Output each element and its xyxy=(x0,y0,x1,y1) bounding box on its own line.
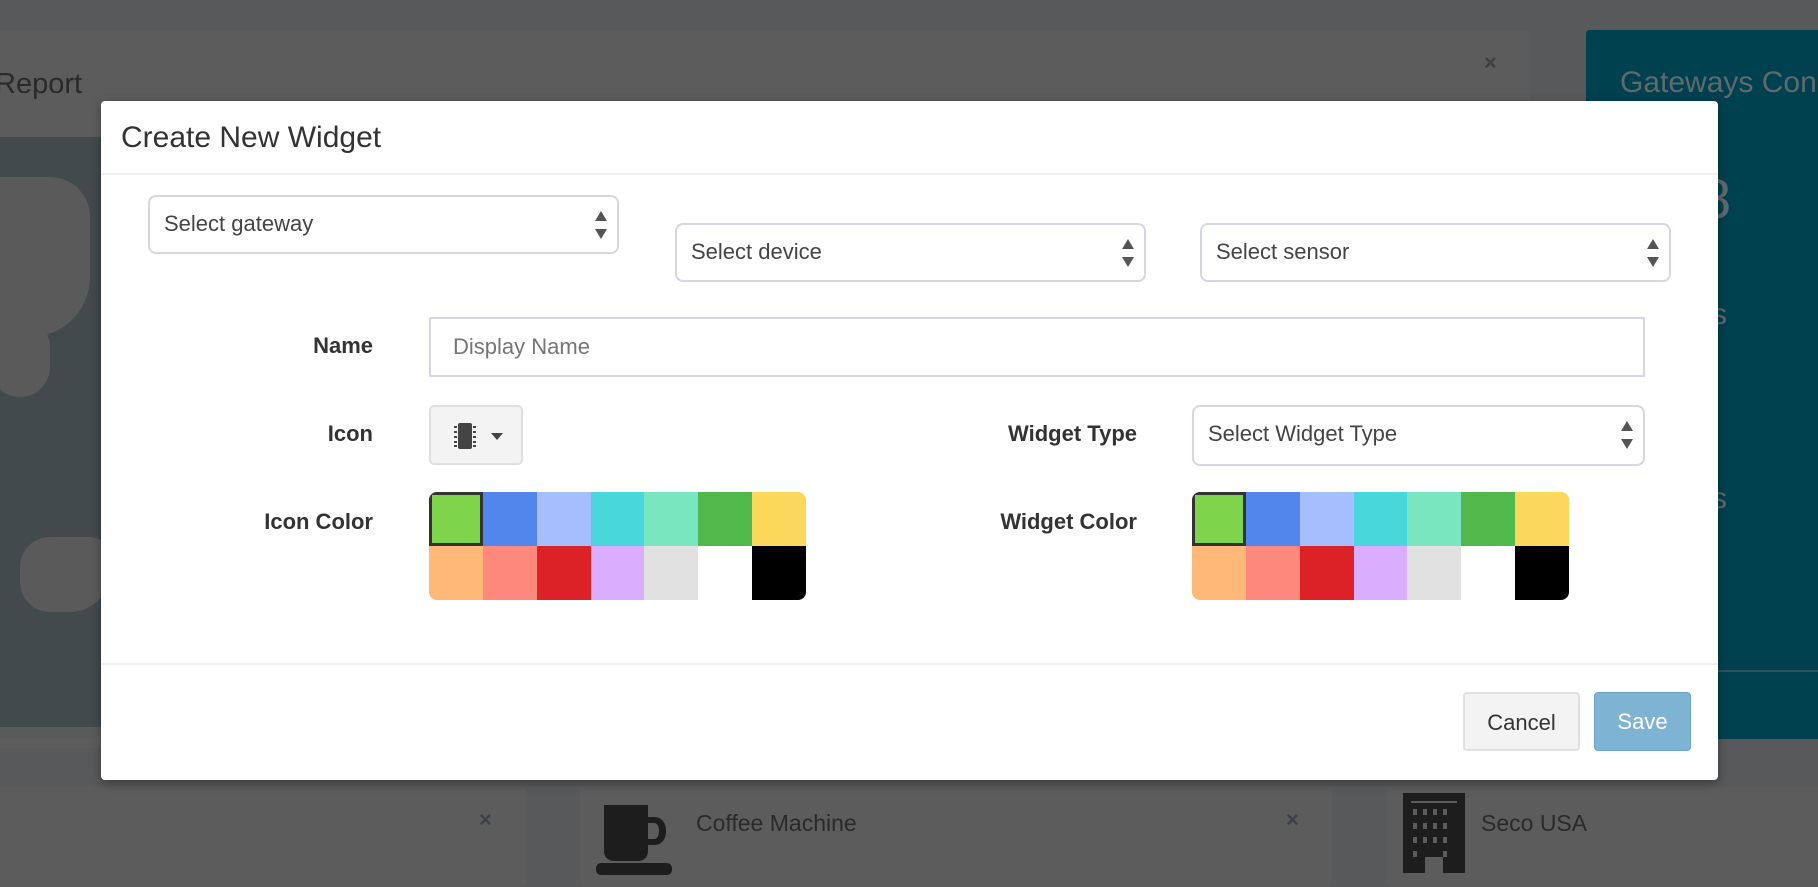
color-swatch[interactable] xyxy=(1353,546,1408,600)
gateway-select[interactable]: Select gateway xyxy=(148,195,619,254)
modal-footer xyxy=(101,663,1718,665)
color-swatch[interactable] xyxy=(482,546,537,600)
color-swatch[interactable] xyxy=(536,492,591,546)
widget-color-label: Widget Color xyxy=(1000,509,1137,534)
color-swatch[interactable] xyxy=(429,546,483,600)
color-swatch[interactable] xyxy=(1515,546,1569,600)
color-swatch[interactable] xyxy=(1461,492,1516,546)
name-label: Name xyxy=(313,333,373,358)
modal-header: Create New Widget xyxy=(101,101,1718,175)
chip-icon xyxy=(454,423,476,449)
world-map xyxy=(0,137,101,737)
color-swatch[interactable] xyxy=(698,492,753,546)
icon-color-palette xyxy=(429,492,806,600)
color-swatch[interactable] xyxy=(1245,546,1300,600)
icon-label: Icon xyxy=(327,421,373,446)
save-button[interactable]: Save xyxy=(1594,692,1691,751)
widget-color-palette xyxy=(1192,492,1569,600)
color-swatch[interactable] xyxy=(1245,492,1300,546)
color-swatch[interactable] xyxy=(644,546,699,600)
bottom-card-label: Seco USA xyxy=(1481,810,1588,836)
color-swatch[interactable] xyxy=(590,492,645,546)
color-swatch[interactable] xyxy=(590,546,645,600)
color-swatch[interactable] xyxy=(1192,492,1246,546)
color-swatch[interactable] xyxy=(1353,492,1408,546)
icon-picker-button[interactable] xyxy=(429,405,523,465)
color-swatch[interactable] xyxy=(1192,546,1246,600)
chevron-down-icon xyxy=(491,433,503,440)
modal-title: Create New Widget xyxy=(121,121,382,154)
color-swatch[interactable] xyxy=(1407,546,1462,600)
color-swatch[interactable] xyxy=(752,546,806,600)
name-input[interactable] xyxy=(429,317,1645,377)
widget-type-select-value: Select Widget Type xyxy=(1208,421,1398,446)
device-select-value: Select device xyxy=(691,239,822,264)
color-swatch[interactable] xyxy=(1299,546,1354,600)
select-arrows-icon xyxy=(1122,239,1134,267)
color-swatch[interactable] xyxy=(1515,492,1569,546)
create-widget-modal: Create New Widget Select gateway Select … xyxy=(101,101,1718,780)
bottom-card-1: × xyxy=(0,787,526,887)
color-swatch[interactable] xyxy=(429,492,483,546)
coffee-cup-icon xyxy=(596,805,672,875)
bottom-card-close-icon[interactable]: × xyxy=(1286,807,1299,833)
gateways-card-title: Gateways Conn xyxy=(1620,66,1818,99)
color-swatch[interactable] xyxy=(536,546,591,600)
building-icon xyxy=(1403,793,1465,873)
sensor-select-value: Select sensor xyxy=(1216,239,1350,264)
color-swatch[interactable] xyxy=(1461,546,1516,600)
color-swatch[interactable] xyxy=(644,492,699,546)
color-swatch[interactable] xyxy=(482,492,537,546)
gateway-select-value: Select gateway xyxy=(164,211,314,236)
widget-type-label: Widget Type xyxy=(1008,421,1137,446)
select-arrows-icon xyxy=(1621,421,1633,449)
select-arrows-icon xyxy=(1647,239,1659,267)
color-swatch[interactable] xyxy=(752,492,806,546)
select-arrows-icon xyxy=(595,211,607,239)
report-card-title: Report xyxy=(0,68,83,100)
color-swatch[interactable] xyxy=(698,546,753,600)
widget-type-select[interactable]: Select Widget Type xyxy=(1192,405,1645,466)
icon-color-label: Icon Color xyxy=(264,509,373,534)
color-swatch[interactable] xyxy=(1407,492,1462,546)
cancel-button[interactable]: Cancel xyxy=(1463,692,1580,751)
bottom-card-label: Coffee Machine xyxy=(696,810,857,836)
bottom-card-seco-usa: Seco USA xyxy=(1387,787,1818,887)
sensor-select[interactable]: Select sensor xyxy=(1200,223,1671,282)
device-select[interactable]: Select device xyxy=(675,223,1146,282)
color-swatch[interactable] xyxy=(1299,492,1354,546)
report-card-close-icon[interactable]: × xyxy=(1484,50,1497,76)
bottom-card-coffee-machine: Coffee Machine × xyxy=(580,787,1332,887)
bottom-card-1-close-icon[interactable]: × xyxy=(479,807,492,833)
